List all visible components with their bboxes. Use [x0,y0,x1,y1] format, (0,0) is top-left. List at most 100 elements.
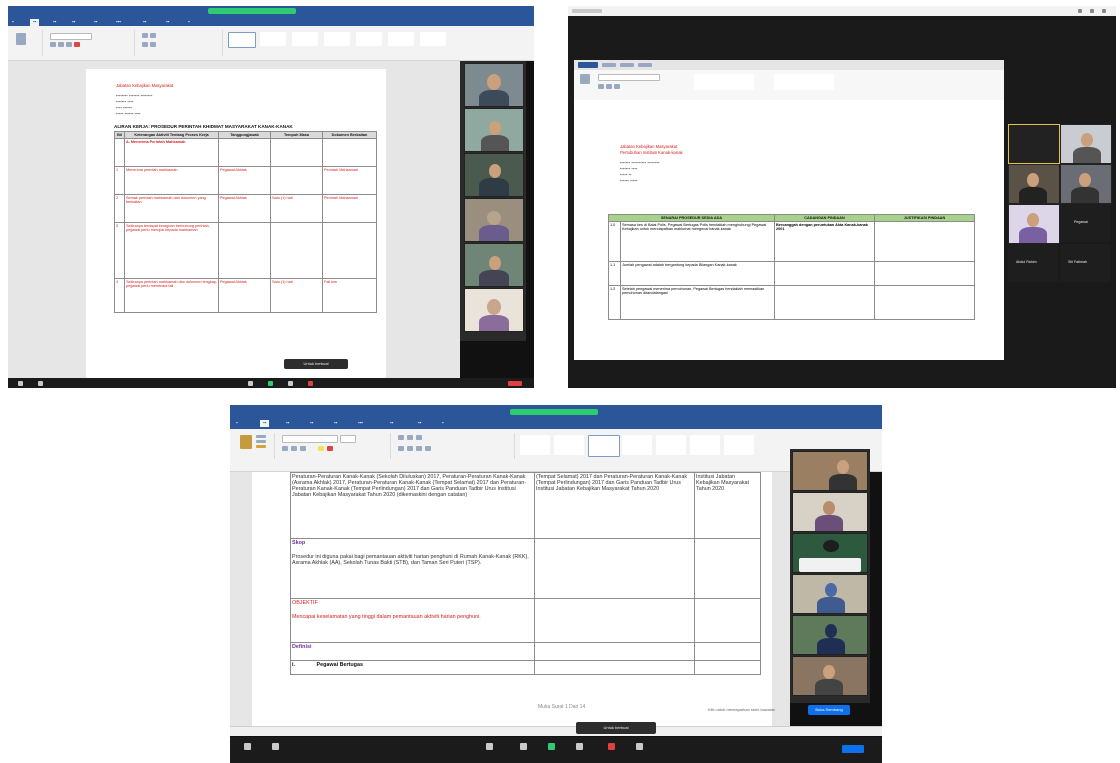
format-painter-icon[interactable] [256,445,266,448]
styles-gallery[interactable] [774,74,834,90]
italic-icon[interactable] [606,84,612,89]
style-heading-1[interactable] [588,435,620,457]
chat-icon[interactable] [288,381,293,386]
underline-icon[interactable] [66,42,72,47]
record-icon[interactable] [608,743,615,750]
record-icon[interactable] [308,381,313,386]
chat-toast[interactable]: Untuk berbual [284,359,348,369]
tab-mailings[interactable]: ▪▪ [390,420,393,425]
style-title[interactable] [324,32,350,46]
bold-icon[interactable] [598,84,604,89]
tab-references[interactable]: ▪▪▪ [358,420,363,425]
align-center-icon[interactable] [407,446,413,451]
participant-tile-no-video[interactable]: Pegawai [1060,204,1110,242]
participant-video[interactable] [464,288,524,332]
tab-review[interactable]: ▪▪ [418,420,421,425]
tab-home[interactable]: ▪▪ [30,19,40,26]
zoom-meeting-indicator[interactable] [208,8,296,14]
leave-button[interactable] [508,381,522,386]
style-normal[interactable] [228,32,256,48]
align-right-icon[interactable] [416,446,422,451]
video-icon[interactable] [38,381,43,386]
chat-toast[interactable]: Untuk berbual [576,722,656,734]
italic-icon[interactable] [291,446,297,451]
paste-icon[interactable] [240,435,252,449]
tab-mailings[interactable]: ▪▪ [143,19,146,24]
mute-icon[interactable] [18,381,23,386]
participant-video[interactable] [792,615,868,655]
paste-icon[interactable] [16,33,26,45]
font-color-icon[interactable] [74,42,80,47]
align-left-icon[interactable] [142,42,148,47]
font-name-select[interactable] [598,74,660,81]
numbering-icon[interactable] [407,435,413,440]
styles-gallery[interactable] [694,74,754,90]
mute-icon[interactable] [244,743,251,750]
tab-home[interactable]: ▪▪ [260,420,270,427]
participant-video[interactable] [792,492,868,532]
document-page[interactable]: Jabatan Kebajikan Masyarakat Pertubuhan … [574,100,1004,360]
share-screen-icon[interactable] [268,381,273,386]
font-name-select[interactable] [50,33,92,40]
chat-icon[interactable] [576,743,583,750]
style-emphasis[interactable] [388,32,414,46]
video-icon[interactable] [272,743,279,750]
style-no-spacing[interactable] [554,435,584,455]
close-icon[interactable] [1102,9,1106,13]
copy-icon[interactable] [256,440,266,443]
file-tab[interactable] [578,62,598,68]
tab-file[interactable]: ▪ [12,19,14,24]
home-tab[interactable] [602,63,616,67]
tab-references[interactable]: ▪▪▪ [116,19,121,24]
participants-icon[interactable] [520,743,527,750]
tab-insert[interactable]: ▪▪ [286,420,289,425]
participant-video[interactable] [464,108,524,152]
participant-video[interactable] [464,243,524,287]
reactions-icon[interactable] [636,743,643,750]
maximize-icon[interactable] [1090,9,1094,13]
style-title[interactable] [656,435,686,455]
share-screen-icon[interactable] [548,743,555,750]
participant-video[interactable] [792,574,868,614]
style-heading-2[interactable] [622,435,652,455]
open-chat-button[interactable]: Buka Sembang [808,705,850,715]
style-no-spacing[interactable] [260,32,286,46]
style-strong[interactable] [420,32,446,46]
underline-icon[interactable] [614,84,620,89]
security-icon[interactable] [486,743,493,750]
minimize-icon[interactable] [1078,9,1082,13]
participant-video[interactable] [1060,164,1112,204]
bullets-icon[interactable] [398,435,404,440]
font-name-select[interactable] [282,435,338,443]
document-page[interactable]: Jabatan Kebajikan Masyarakat ▪▪▪▪▪▪▪▪ ▪▪… [86,69,386,378]
participant-video[interactable] [1008,204,1060,244]
tab-layout[interactable]: ▪▪ [94,19,97,24]
participant-tile-no-video[interactable]: Siti Fatimah [1060,244,1110,282]
bold-icon[interactable] [50,42,56,47]
participant-video[interactable] [792,451,868,491]
bullets-icon[interactable] [142,33,148,38]
highlight-icon[interactable] [318,446,324,451]
participant-video[interactable] [792,656,868,696]
style-subtitle[interactable] [356,32,382,46]
participants-icon[interactable] [248,381,253,386]
layout-tab[interactable] [638,63,652,67]
participant-video[interactable] [464,153,524,197]
tab-view[interactable]: ▪ [442,420,444,425]
tab-insert[interactable]: ▪▪ [53,19,56,24]
participant-video[interactable] [464,63,524,107]
align-center-icon[interactable] [150,42,156,47]
font-color-icon[interactable] [327,446,333,451]
tab-design[interactable]: ▪▪ [72,19,75,24]
style-subtitle[interactable] [690,435,720,455]
participant-video[interactable] [464,198,524,242]
paste-icon[interactable] [580,74,590,84]
tab-view[interactable]: ▪ [188,19,190,24]
italic-icon[interactable] [58,42,64,47]
participant-video[interactable] [1008,164,1060,204]
participant-video[interactable] [1008,124,1060,164]
zoom-meeting-indicator[interactable] [510,409,598,415]
participant-video[interactable] [1060,124,1112,164]
tab-file[interactable]: ▪ [236,420,238,425]
numbering-icon[interactable] [150,33,156,38]
